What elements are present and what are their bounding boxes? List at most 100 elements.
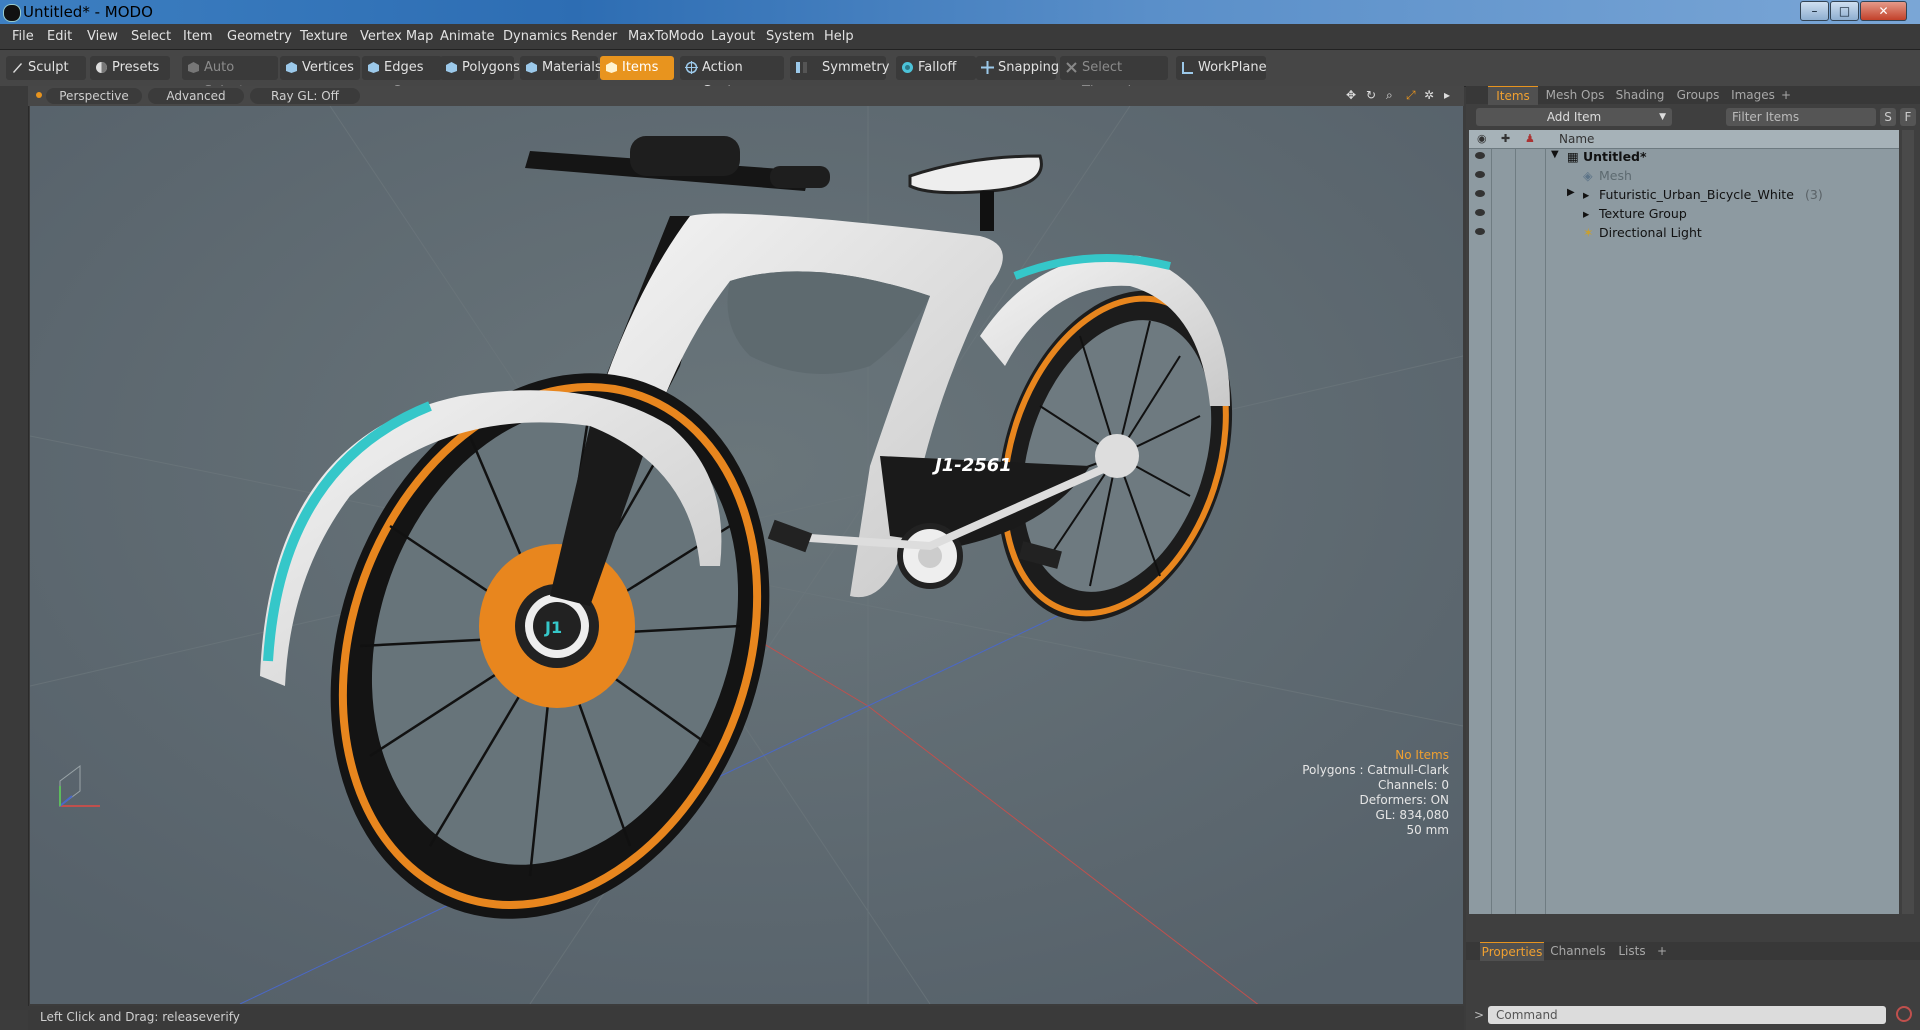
tab-channels[interactable]: Channels: [1548, 942, 1608, 960]
menu-system[interactable]: System: [766, 29, 814, 44]
items-tab-bar: Items Mesh Ops Shading Groups Images +: [1466, 86, 1920, 105]
symmetry-icon: [796, 62, 807, 73]
texture-group-icon: ▸: [1583, 206, 1590, 221]
workplane-icon: [1182, 62, 1193, 74]
menu-file[interactable]: File: [12, 29, 34, 44]
menu-view[interactable]: View: [87, 29, 118, 44]
viewport-header: Perspective Advanced Ray GL: Off ✥ ↻ ⌕ ⤢…: [28, 86, 1464, 106]
tree-row-bicycle[interactable]: ▶ ▸ Futuristic_Urban_Bicycle_White (3): [1469, 186, 1899, 205]
name-column-header: Name: [1559, 132, 1595, 146]
menu-dynamics[interactable]: Dynamics: [503, 29, 567, 44]
menu-select[interactable]: Select: [131, 29, 171, 44]
visibility-column-icon: ◉: [1477, 132, 1487, 145]
visibility-eye-icon[interactable]: [1475, 190, 1485, 197]
menu-geometry[interactable]: Geometry: [227, 29, 292, 44]
light-icon: ✶: [1583, 225, 1594, 240]
visibility-eye-icon[interactable]: [1475, 171, 1485, 178]
viewport-fit-icon[interactable]: ⤢: [1406, 88, 1416, 103]
filter-f-button[interactable]: F: [1900, 108, 1916, 126]
column-divider: [1491, 148, 1492, 914]
item-tree: ◉ ✚ ♟ Name ▼ ▦ Untitled* ◈ Mesh ▶ ▸ Futu…: [1469, 130, 1899, 914]
vertices-button[interactable]: Vertices: [280, 56, 360, 80]
3d-viewport[interactable]: J1-2561 J1 No Items Polygons: Catmull-C…: [30, 106, 1463, 1004]
add-tab-button[interactable]: +: [1778, 86, 1794, 104]
viewport-zoom-icon[interactable]: ⌕: [1386, 88, 1393, 103]
sculpt-button[interactable]: Sculpt: [6, 56, 86, 80]
column-divider: [1545, 148, 1546, 914]
items-button[interactable]: Items: [600, 56, 674, 80]
tab-lists[interactable]: Lists: [1612, 942, 1652, 960]
menu-help[interactable]: Help: [824, 29, 854, 44]
visibility-eye-icon[interactable]: [1475, 152, 1485, 159]
filter-items-input[interactable]: Filter Items: [1726, 108, 1876, 126]
tree-row-texture-group[interactable]: ▸ Texture Group: [1469, 205, 1899, 224]
materials-button[interactable]: Materials: [520, 56, 602, 80]
presets-button[interactable]: Presets: [90, 56, 170, 80]
properties-panel: Properties Channels Lists + > Command: [1466, 942, 1920, 1030]
workplane-button[interactable]: WorkPlane: [1176, 56, 1267, 80]
menu-texture[interactable]: Texture: [300, 29, 348, 44]
falloff-button[interactable]: Falloff: [896, 56, 976, 80]
edges-button[interactable]: Edges 2: [362, 56, 442, 99]
select-through-button[interactable]: Select Through: [1060, 56, 1168, 99]
command-input[interactable]: Command: [1488, 1006, 1886, 1024]
hud-polygons: Polygons : Catmull-Clark: [1302, 763, 1449, 777]
modo-app-icon: [3, 4, 21, 22]
hud-deformers: Deformers: ON: [1359, 793, 1449, 807]
viewport-settings-icon[interactable]: ✲: [1424, 88, 1434, 102]
tab-shading[interactable]: Shading: [1612, 86, 1668, 104]
menu-bar: File Edit View Select Item Geometry Text…: [0, 24, 1920, 50]
view-advanced-tab[interactable]: Advanced: [148, 88, 244, 104]
minimize-button[interactable]: –: [1800, 1, 1829, 21]
tree-scrollbar[interactable]: [1902, 130, 1914, 914]
tree-row-scene[interactable]: ▼ ▦ Untitled*: [1469, 148, 1899, 167]
tab-mesh-ops[interactable]: Mesh Ops: [1542, 86, 1608, 104]
close-button[interactable]: ✕: [1860, 1, 1907, 21]
command-record-icon[interactable]: [1896, 1006, 1912, 1022]
hud-channels: Channels: 0: [1377, 778, 1449, 792]
tab-properties[interactable]: Properties: [1480, 942, 1544, 961]
viewport-indicator-icon: [36, 92, 42, 98]
view-perspective-tab[interactable]: Perspective: [46, 88, 142, 104]
action-center-button[interactable]: Action Center: [680, 56, 784, 99]
add-tab-button[interactable]: +: [1654, 942, 1670, 960]
status-bar: Left Click and Drag: releaseverify: [28, 1006, 1464, 1030]
crosshair-icon: [685, 61, 698, 74]
status-text: Left Click and Drag: releaseverify: [40, 1010, 240, 1024]
tab-images[interactable]: Images: [1728, 86, 1778, 104]
expand-arrow-icon[interactable]: ▶: [1567, 187, 1575, 198]
title-bar: Untitled* - MODO – □ ✕: [0, 0, 1920, 24]
properties-tab-bar: Properties Channels Lists +: [1466, 942, 1920, 961]
polygons-icon: [446, 62, 457, 73]
menu-item[interactable]: Item: [183, 29, 213, 44]
menu-animate[interactable]: Animate: [440, 29, 494, 44]
tab-items[interactable]: Items: [1488, 86, 1538, 105]
menu-vertex-map[interactable]: Vertex Map: [360, 29, 433, 44]
vertices-icon: [286, 62, 297, 73]
materials-icon: [526, 62, 537, 73]
visibility-eye-icon[interactable]: [1475, 209, 1485, 216]
falloff-icon: [902, 62, 913, 73]
expand-arrow-icon[interactable]: ▼: [1551, 149, 1559, 160]
maximize-button[interactable]: □: [1830, 1, 1859, 21]
viewport-rotate-icon[interactable]: ↻: [1366, 88, 1376, 102]
menu-edit[interactable]: Edit: [47, 29, 72, 44]
tree-header: ◉ ✚ ♟ Name: [1469, 130, 1899, 149]
tree-row-mesh[interactable]: ◈ Mesh: [1469, 167, 1899, 186]
viewport-pan-icon[interactable]: ✥: [1346, 88, 1356, 102]
menu-render[interactable]: Render: [571, 29, 617, 44]
tab-groups[interactable]: Groups: [1672, 86, 1724, 104]
add-item-dropdown[interactable]: Add Item ▼: [1476, 108, 1672, 126]
tree-row-directional-light[interactable]: ✶ Directional Light: [1469, 224, 1899, 243]
raygl-toggle[interactable]: Ray GL: Off: [250, 88, 360, 104]
filter-s-button[interactable]: S: [1880, 108, 1896, 126]
snapping-button[interactable]: Snapping: [976, 56, 1059, 80]
viewport-menu-arrow-icon[interactable]: ▸: [1444, 88, 1450, 102]
symmetry-button[interactable]: Symmetry: [790, 56, 889, 80]
auto-select-button[interactable]: Auto Select: [182, 56, 278, 99]
menu-layout[interactable]: Layout: [711, 29, 755, 44]
menu-maxtomodo[interactable]: MaxToModo: [628, 29, 704, 44]
polygons-button[interactable]: Polygons: [440, 56, 520, 80]
visibility-eye-icon[interactable]: [1475, 228, 1485, 235]
lock-column-icon: ✚: [1501, 132, 1511, 145]
